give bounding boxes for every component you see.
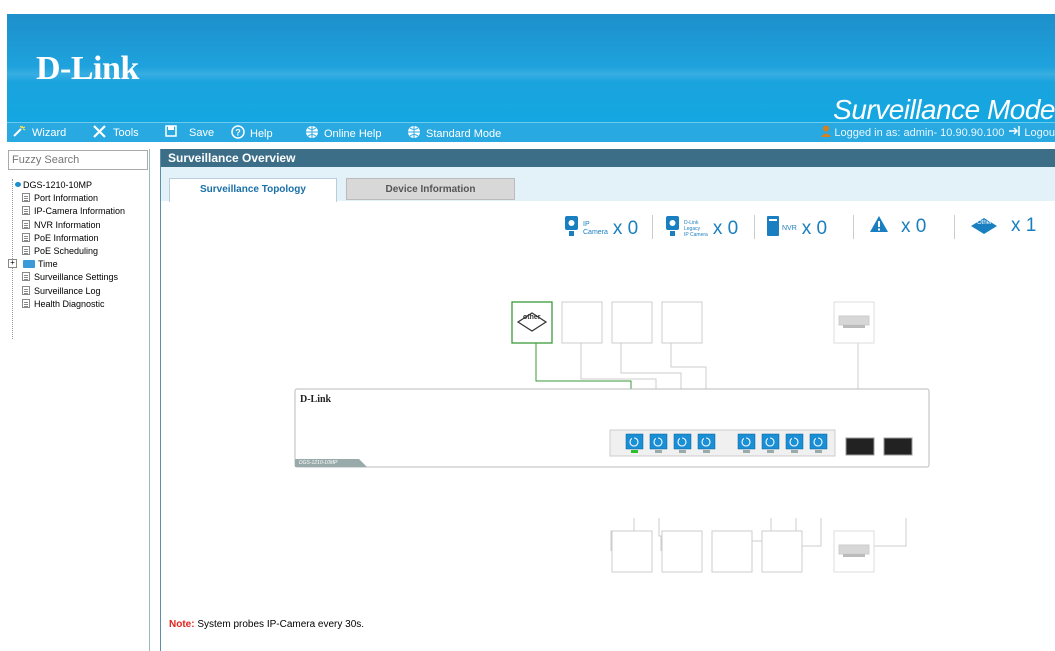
- tree-item-port-information[interactable]: Port Information: [22, 192, 98, 203]
- logout-link[interactable]: Logou: [1024, 127, 1055, 139]
- sidebar: DGS-1210-10MP Port Information IP-Camera…: [7, 149, 150, 651]
- tree-item-poe-information[interactable]: PoE Information: [22, 232, 99, 243]
- tree-item-surveillance-settings[interactable]: Surveillance Settings: [22, 271, 118, 282]
- login-status: Logged in as: admin- 10.90.90.100 Logou: [821, 125, 1055, 140]
- online-help-label: Online Help: [324, 127, 382, 140]
- tree-item-device[interactable]: DGS-1210-10MP: [15, 179, 92, 190]
- tree-item-label: IP-Camera Information: [34, 205, 126, 216]
- probe-note: Note: System probes IP-Camera every 30s.: [169, 619, 364, 630]
- top-strip: [0, 0, 1055, 14]
- tools-label: Tools: [113, 127, 139, 139]
- standard-mode-label: Standard Mode: [426, 127, 502, 140]
- folder-icon: [23, 259, 35, 268]
- tab-surveillance-topology[interactable]: Surveillance Topology: [169, 178, 337, 202]
- tree-item-label: Surveillance Settings: [34, 271, 119, 282]
- tree-item-label: Time: [38, 258, 58, 269]
- logout-icon[interactable]: [1009, 126, 1021, 139]
- tree-item-ip-camera-information[interactable]: IP-Camera Information: [22, 205, 125, 216]
- tab-bar: Surveillance Topology Device Information: [161, 167, 1055, 202]
- svg-text:?: ?: [235, 128, 241, 138]
- tree-item-label: PoE Scheduling: [34, 245, 99, 256]
- switch-model: DGS-1210-10MP: [299, 460, 338, 466]
- tree-item-label: Health Diagnostic: [34, 298, 105, 309]
- tree-item-label: DGS-1210-10MP: [23, 179, 93, 190]
- tools-button[interactable]: Tools: [92, 125, 139, 141]
- tree-item-nvr-information[interactable]: NVR Information: [22, 219, 101, 230]
- document-icon: [22, 193, 30, 202]
- help-button[interactable]: ? Help: [231, 125, 273, 142]
- tree-item-surveillance-log[interactable]: Surveillance Log: [22, 285, 101, 296]
- topology-diagram: [294, 301, 930, 573]
- wizard-button[interactable]: Wizard: [13, 125, 66, 140]
- wand-icon: [13, 125, 27, 140]
- document-icon: [22, 286, 30, 295]
- page-title: Surveillance Overview: [161, 149, 1055, 167]
- tree-item-time[interactable]: + Time: [8, 258, 58, 269]
- document-icon: [22, 233, 30, 242]
- note-text: System probes IP-Camera every 30s.: [194, 619, 365, 630]
- standard-mode-button[interactable]: Standard Mode: [407, 125, 501, 142]
- header-banner: D-Link Surveillance Mode: [7, 14, 1055, 125]
- globe-icon: [407, 125, 421, 142]
- tree-item-label: NVR Information: [34, 219, 101, 230]
- switch-icon: [15, 182, 21, 187]
- tree-item-label: PoE Information: [34, 232, 99, 243]
- document-icon: [22, 246, 30, 255]
- help-icon: ?: [231, 125, 245, 142]
- fuzzy-search-input[interactable]: [8, 150, 148, 170]
- document-icon: [22, 206, 30, 215]
- topology-content: IP Camera x 0 D-Link Legacy IP Camera x 0 N…: [161, 201, 1055, 651]
- tab-device-information[interactable]: Device Information: [346, 178, 515, 200]
- globe-icon: [305, 125, 319, 142]
- tree-item-health-diagnostic[interactable]: Health Diagnostic: [22, 298, 105, 309]
- other-device-label: other: [523, 314, 541, 321]
- dlink-logo: D-Link: [36, 50, 139, 87]
- main-panel: Surveillance Overview Surveillance Topol…: [160, 149, 1055, 651]
- save-button[interactable]: Save: [165, 125, 214, 140]
- online-help-button[interactable]: Online Help: [305, 125, 381, 142]
- expand-icon[interactable]: +: [8, 259, 17, 268]
- document-icon: [22, 272, 30, 281]
- wizard-label: Wizard: [32, 126, 67, 139]
- user-icon: [821, 125, 832, 140]
- tree-item-label: Port Information: [34, 192, 99, 203]
- help-label: Help: [250, 127, 273, 140]
- switch-brand: D-Link: [300, 394, 332, 405]
- document-icon: [22, 220, 30, 229]
- tree-item-label: Surveillance Log: [34, 285, 101, 296]
- save-label: Save: [189, 126, 215, 139]
- tools-icon: [92, 125, 108, 141]
- tree-item-poe-scheduling[interactable]: PoE Scheduling: [22, 245, 98, 256]
- toolbar: Wizard Tools Save ? Help Online Help Sta…: [7, 122, 1055, 142]
- save-icon: [165, 125, 177, 140]
- document-icon: [22, 299, 30, 308]
- login-text: Logged in as: admin- 10.90.90.100: [834, 126, 1005, 139]
- note-label: Note:: [169, 619, 195, 630]
